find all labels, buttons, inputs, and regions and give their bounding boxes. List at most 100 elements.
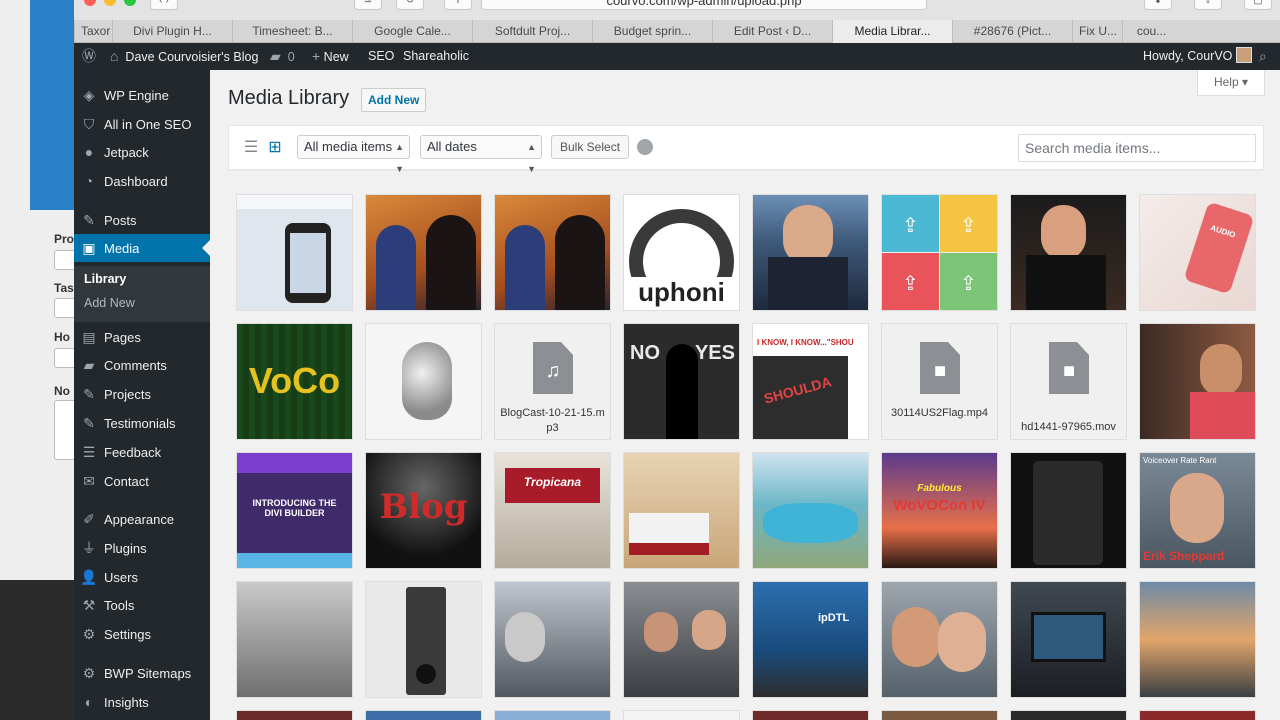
minimize-window-button[interactable] [104, 0, 116, 6]
media-thumbnail[interactable] [237, 195, 352, 310]
close-window-button[interactable] [84, 0, 96, 6]
sidebar-item-media[interactable]: ▣ Media [74, 234, 210, 262]
sidebar-item-all-in-one-seo[interactable]: ⛉ All in One SEO [74, 110, 210, 138]
sidebar-item-comments[interactable]: ▰ Comments [74, 351, 210, 379]
sidebar-item-pages[interactable]: ▤ Pages [74, 323, 210, 351]
media-thumbnail[interactable] [495, 711, 610, 720]
help-tab-button[interactable]: Help ▾ [1197, 70, 1265, 96]
media-thumbnail[interactable] [753, 453, 868, 568]
seo-link[interactable]: SEO [368, 43, 394, 70]
search-media-input[interactable] [1018, 134, 1256, 162]
media-thumbnail[interactable] [366, 711, 481, 720]
browser-tab[interactable]: Fix U... [1072, 20, 1122, 43]
browser-tab[interactable]: Timesheet: B... [232, 20, 352, 43]
bulk-select-button[interactable]: Bulk Select [551, 135, 630, 159]
video-file-tile[interactable]: ■ 30114US2Flag.mp4 [882, 324, 997, 439]
browser-tab[interactable]: Budget sprin... [592, 20, 712, 43]
download-icon[interactable]: ⬇ [1144, 0, 1172, 10]
info-icon[interactable]: i [444, 0, 472, 10]
sidebar-item-testimonials[interactable]: ✎ Testimonials [74, 409, 210, 437]
media-thumbnail[interactable] [1011, 711, 1126, 720]
media-thumbnail[interactable] [495, 195, 610, 310]
media-thumbnail[interactable] [624, 711, 739, 720]
media-thumbnail[interactable]: Fabulous WoVOCon IV [882, 453, 997, 568]
list-view-icon[interactable]: ☰ [242, 139, 260, 157]
media-thumbnail[interactable] [624, 582, 739, 697]
sidebar-item-projects[interactable]: ✎ Projects [74, 380, 210, 408]
media-thumbnail[interactable]: ipDTL [753, 582, 868, 697]
sidebar-item-dashboard[interactable]: ◔ Dashboard [74, 167, 210, 195]
share-icon[interactable]: ⇧ [1194, 0, 1222, 10]
submenu-library[interactable]: Library [84, 272, 126, 286]
media-thumbnail[interactable]: uphoni [624, 195, 739, 310]
submenu-add-new[interactable]: Add New [84, 296, 135, 310]
browser-tab[interactable]: Divi Plugin H... [112, 20, 232, 43]
media-thumbnail[interactable] [753, 195, 868, 310]
sidebar-item-feedback[interactable]: ☰ Feedback [74, 438, 210, 466]
media-thumbnail[interactable]: Voiceover Rate Rant Erik Sheppard [1140, 453, 1255, 568]
sidebar-item-contact[interactable]: ✉ Contact [74, 467, 210, 495]
tabs-overview-icon[interactable]: ▢ [1244, 0, 1272, 10]
address-bar[interactable]: courvo.com/wp-admin/upload.php [481, 0, 927, 10]
media-thumbnail[interactable] [1140, 324, 1255, 439]
shareaholic-link[interactable]: Shareaholic [403, 43, 469, 70]
comments-link[interactable]: ▰ 0 [270, 43, 295, 70]
audio-file-tile[interactable]: ♫ BlogCast-10-21-15.mp3 [495, 324, 610, 439]
sidebar-item-wp-engine[interactable]: ◈ WP Engine [74, 81, 210, 109]
browser-tab[interactable]: cou... [1122, 20, 1180, 43]
media-thumbnail[interactable] [1140, 711, 1255, 720]
media-thumbnail[interactable] [366, 582, 481, 697]
browser-tab-active[interactable]: Media Librar... [832, 20, 952, 43]
sidebar-item-appearance[interactable]: ✐ Appearance [74, 505, 210, 533]
media-thumbnail[interactable]: I KNOW, I KNOW..."SHOU SHOULDA [753, 324, 868, 439]
media-thumbnail[interactable] [1011, 195, 1126, 310]
wordpress-logo-icon[interactable]: Ⓦ [82, 43, 96, 70]
media-thumbnail[interactable]: ⇪ ⇪ ⇪ ⇪ [882, 195, 997, 310]
media-thumbnail[interactable] [1011, 582, 1126, 697]
video-file-tile[interactable]: ■ hd1441-97965.mov [1011, 324, 1126, 439]
media-thumbnail[interactable] [237, 711, 352, 720]
media-thumbnail[interactable] [1011, 453, 1126, 568]
browser-tab[interactable]: Edit Post ‹ D... [712, 20, 832, 43]
media-thumbnail[interactable] [366, 195, 481, 310]
media-thumbnail[interactable] [882, 582, 997, 697]
media-thumbnail[interactable] [753, 711, 868, 720]
media-thumbnail[interactable]: AUDIO [1140, 195, 1255, 310]
add-new-button[interactable]: Add New [361, 88, 427, 112]
sidebar-item-bwp-sitemaps[interactable]: ⚙ BWP Sitemaps [74, 659, 210, 687]
sidebar-item-settings[interactable]: ⚙ Settings [74, 620, 210, 648]
media-thumbnail[interactable]: Blog [366, 453, 481, 568]
media-thumbnail[interactable] [237, 582, 352, 697]
back-forward-button[interactable]: ‹ › [150, 0, 178, 10]
browser-tab[interactable]: #28676 (Pict... [952, 20, 1072, 43]
zoom-window-button[interactable] [124, 0, 136, 6]
media-thumbnail[interactable] [366, 324, 481, 439]
media-type-filter[interactable]: All media items ▲ ▼ [297, 135, 410, 174]
sidebar-item-users[interactable]: 👤 Users [74, 563, 210, 591]
media-thumbnail[interactable]: NO YES [624, 324, 739, 439]
account-menu[interactable]: Howdy, CourVO [1143, 43, 1252, 70]
browser-tab[interactable]: Taxor [74, 20, 112, 43]
new-content-link[interactable]: + New [312, 43, 349, 70]
browser-tab[interactable]: Softdult Proj... [472, 20, 592, 43]
sidebar-item-plugins[interactable]: ⏚ Plugins [74, 534, 210, 562]
browser-tab[interactable]: Google Cale... [352, 20, 472, 43]
sidebar-item-insights[interactable]: ◐ Insights [74, 688, 210, 716]
site-name-link[interactable]: ⌂ Dave Courvoisier's Blog [110, 43, 258, 70]
jetpack-icon: ● [84, 144, 94, 160]
search-icon[interactable]: ⌕ [1259, 43, 1267, 70]
media-thumbnail[interactable] [1140, 582, 1255, 697]
media-thumbnail[interactable]: INTRODUCING THE DIVI BUILDER [237, 453, 352, 568]
media-thumbnail[interactable]: Tropicana [495, 453, 610, 568]
sidebar-item-tools[interactable]: ⚒ Tools [74, 591, 210, 619]
grid-view-icon[interactable]: ⊞ [266, 139, 284, 157]
sidebar-item-posts[interactable]: ✎ Posts [74, 206, 210, 234]
date-filter[interactable]: All dates ▲ ▼ [420, 135, 542, 174]
media-thumbnail[interactable] [495, 582, 610, 697]
sidebar-item-jetpack[interactable]: ● Jetpack [74, 138, 210, 166]
media-thumbnail[interactable]: VoCo [237, 324, 352, 439]
media-thumbnail[interactable] [624, 453, 739, 568]
media-thumbnail[interactable] [882, 711, 997, 720]
reload-icon[interactable]: ↻ [396, 0, 424, 10]
layers-icon[interactable]: ≋ [354, 0, 382, 10]
